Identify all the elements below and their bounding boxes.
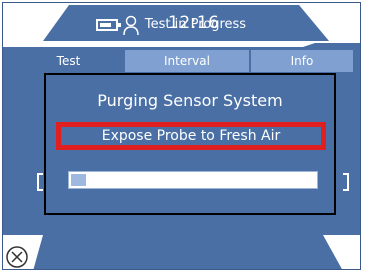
dialog-message: Expose Probe to Fresh Air (56, 122, 326, 150)
tab-info[interactable]: Info (251, 50, 353, 72)
progress-fill (71, 174, 86, 186)
close-circle-icon[interactable] (5, 245, 29, 269)
progress-bar (68, 171, 318, 189)
device-screen: 12:16 Test Interval Info Purging Sensor … (2, 2, 361, 270)
tab-test[interactable]: Test (14, 50, 123, 72)
dialog-title: Purging Sensor System (97, 91, 283, 110)
right-bracket (343, 173, 349, 191)
purge-dialog: Purging Sensor System Expose Probe to Fr… (44, 73, 336, 215)
left-bracket (37, 173, 43, 191)
tab-interval[interactable]: Interval (125, 50, 249, 72)
footer-status-text: Test in Progress (144, 17, 247, 32)
footer-bar (3, 235, 360, 269)
tab-bar: Test Interval Info (14, 50, 353, 72)
